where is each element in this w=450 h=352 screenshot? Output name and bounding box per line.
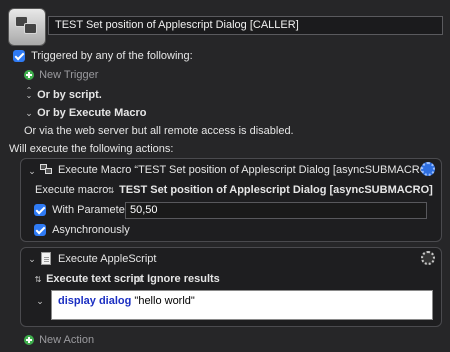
document-icon bbox=[41, 252, 51, 265]
macro-select-value: TEST Set position of Applescript Dialog … bbox=[119, 184, 433, 196]
async-label: Asynchronously bbox=[52, 224, 130, 237]
by-script-label: Or by script. bbox=[37, 89, 102, 102]
with-parameter-checkbox[interactable] bbox=[34, 204, 46, 217]
results-option-select[interactable]: ⇅ Ignore results bbox=[134, 273, 220, 285]
execute-applescript-title: Execute AppleScript bbox=[58, 253, 157, 265]
collapse-chevron-icon[interactable]: ⌄ bbox=[27, 165, 37, 177]
async-row: Asynchronously bbox=[34, 224, 130, 237]
execute-option-select[interactable]: ⇅ Execute text script bbox=[33, 273, 144, 285]
execute-option-value: Execute text script bbox=[46, 273, 144, 285]
execute-macro-action[interactable]: ⌄ Execute Macro “TEST Set position of Ap… bbox=[20, 158, 442, 242]
triggered-row: Triggered by any of the following: bbox=[13, 50, 193, 63]
with-parameter-row: With Parameter bbox=[34, 204, 129, 217]
script-string: "hello world" bbox=[134, 295, 195, 307]
updown-chevron-icon: ⇅ bbox=[34, 275, 42, 284]
with-parameter-label: With Parameter bbox=[52, 204, 129, 217]
by-script-row[interactable]: ⌃ ⌄ Or by script. bbox=[24, 86, 102, 102]
new-action-label: New Action bbox=[39, 334, 95, 347]
macro-select[interactable]: ⇅ TEST Set position of Applescript Dialo… bbox=[106, 184, 433, 196]
macro-icon[interactable] bbox=[8, 8, 46, 46]
gear-icon[interactable] bbox=[421, 251, 435, 265]
async-checkbox[interactable] bbox=[34, 224, 46, 237]
results-option-value: Ignore results bbox=[147, 273, 220, 285]
new-action-button[interactable]: New Action bbox=[24, 334, 94, 346]
execute-macro-label: Execute macro: bbox=[35, 184, 112, 196]
execute-macro-title: Execute Macro “TEST Set position of Appl… bbox=[58, 164, 423, 176]
macro-title-input[interactable]: TEST Set position of Applescript Dialog … bbox=[48, 16, 443, 35]
macro-icon-square bbox=[24, 23, 37, 34]
script-collapse-chevron-icon[interactable]: ⌄ bbox=[35, 295, 45, 307]
plus-icon bbox=[24, 70, 34, 81]
by-execute-macro-label: Or by Execute Macro bbox=[37, 107, 147, 119]
parameter-input[interactable]: 50,50 bbox=[125, 202, 427, 219]
chevron-down-icon: ⌄ bbox=[25, 108, 33, 118]
web-server-note: Or via the web server but all remote acc… bbox=[24, 125, 294, 137]
collapse-chevron-icon[interactable]: ⌄ bbox=[27, 253, 37, 265]
triggered-checkbox[interactable] bbox=[13, 50, 25, 63]
script-editor[interactable]: display dialog "hello world" bbox=[51, 290, 433, 320]
updown-chevron-icon: ⌃ ⌄ bbox=[25, 86, 33, 100]
actions-heading: Will execute the following actions: bbox=[9, 143, 174, 155]
plus-icon bbox=[24, 335, 34, 346]
gear-icon[interactable] bbox=[421, 162, 435, 176]
new-trigger-label: New Trigger bbox=[39, 69, 99, 82]
script-keyword: display dialog bbox=[58, 295, 132, 307]
execute-applescript-action[interactable]: ⌄ Execute AppleScript ⇅ Execute text scr… bbox=[20, 247, 442, 327]
updown-chevron-icon: ⇅ bbox=[135, 275, 143, 284]
triggered-label: Triggered by any of the following: bbox=[31, 50, 193, 63]
by-execute-macro-row[interactable]: ⌄ Or by Execute Macro bbox=[24, 107, 147, 119]
updown-chevron-icon: ⇅ bbox=[107, 186, 115, 195]
execute-macro-icon bbox=[40, 164, 54, 176]
new-trigger-button[interactable]: New Trigger bbox=[24, 69, 98, 81]
